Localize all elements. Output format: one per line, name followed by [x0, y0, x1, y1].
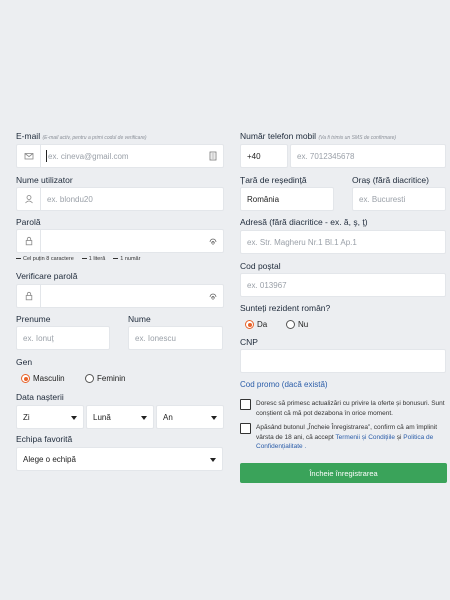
password-field[interactable] — [16, 229, 224, 253]
first-name-label: Prenume — [16, 314, 51, 324]
birth-month-select[interactable]: Lună — [86, 405, 154, 429]
radio-unchecked-icon[interactable] — [286, 320, 295, 330]
gender-option-label: Feminin — [97, 374, 126, 384]
updates-checkbox[interactable] — [240, 399, 251, 410]
terms-consent-text: Apăsând butonul „Încheie Înregistrarea”,… — [256, 423, 448, 452]
updates-consent-text: Doresc să primesc actualizări cu privire… — [256, 400, 445, 417]
requirement-number: 1 număr — [113, 256, 140, 262]
last-name-field[interactable]: ex. Ionescu — [128, 326, 223, 350]
gender-label: Gen — [16, 357, 33, 367]
gender-option-feminin[interactable]: Feminin — [85, 370, 125, 388]
email-label: E-mail (E-mail activ, pentru a primi cod… — [16, 131, 147, 141]
terms-checkbox[interactable] — [240, 423, 251, 434]
email-hint: (E-mail activ, pentru a primi codul de v… — [42, 135, 147, 141]
resident-option-label: Nu — [298, 320, 309, 330]
radio-unchecked-icon[interactable] — [85, 374, 94, 384]
radio-checked-icon[interactable] — [245, 320, 254, 330]
country-value: România — [247, 194, 280, 204]
fingerprint-icon[interactable] — [208, 236, 218, 246]
address-label: Adresă (fără diacritice - ex. ă, ş, ţ) — [240, 217, 368, 227]
contact-card-icon[interactable] — [208, 151, 218, 161]
chevron-down-icon — [71, 416, 77, 420]
gender-option-label: Masculin — [33, 374, 65, 384]
address-field[interactable]: ex. Str. Magheru Nr.1 Bl.1 Ap.1 — [240, 230, 446, 254]
first-name-placeholder: ex. Ionuț — [23, 333, 54, 343]
envelope-icon — [17, 145, 41, 167]
country-field[interactable]: România — [240, 187, 334, 211]
favorite-team-select[interactable]: Alege o echipă — [16, 447, 223, 471]
birth-year-select[interactable]: An — [156, 405, 224, 429]
city-label: Oraș (fără diacritice) — [352, 175, 429, 185]
terms-link[interactable]: Termenii și Condițiile — [335, 434, 395, 441]
last-name-placeholder: ex. Ionescu — [135, 333, 176, 343]
favorite-team-label: Echipa favorită — [16, 434, 73, 444]
address-placeholder: ex. Str. Magheru Nr.1 Bl.1 Ap.1 — [247, 237, 357, 247]
city-field[interactable]: ex. Bucuresti — [352, 187, 446, 211]
first-name-field[interactable]: ex. Ionuț — [16, 326, 110, 350]
resident-option-da[interactable]: Da — [245, 316, 267, 334]
requirement-letter: 1 literă — [82, 256, 106, 262]
birth-day-value: Zi — [23, 412, 30, 422]
email-field[interactable]: ex. cineva@gmail.com — [16, 144, 224, 168]
username-field[interactable]: ex. blondu20 — [16, 187, 224, 211]
fingerprint-icon[interactable] — [208, 291, 218, 301]
promo-code-link[interactable]: Cod promo (dacă există) — [240, 380, 328, 389]
birth-day-select[interactable]: Zi — [16, 405, 84, 429]
username-label: Nume utilizator — [16, 175, 73, 185]
favorite-team-value: Alege o echipă — [23, 454, 76, 464]
city-placeholder: ex. Bucuresti — [359, 194, 406, 204]
password-confirm-label: Verificare parolă — [16, 271, 78, 281]
chevron-down-icon — [141, 416, 147, 420]
resident-option-nu[interactable]: Nu — [286, 316, 308, 334]
postal-code-field[interactable]: ex. 013967 — [240, 273, 446, 297]
phone-number-field[interactable]: ex. 7012345678 — [290, 144, 446, 168]
resident-option-label: Da — [257, 320, 268, 330]
password-label: Parolă — [16, 217, 41, 227]
phone-prefix-field[interactable]: +40 — [240, 144, 288, 168]
cnp-field[interactable] — [240, 349, 446, 373]
username-placeholder: ex. blondu20 — [47, 194, 93, 204]
email-placeholder: ex. cineva@gmail.com — [48, 151, 129, 161]
requirement-length: Cel puțin 8 caractere — [16, 256, 74, 262]
birth-date-label: Data nașterii — [16, 392, 64, 402]
phone-hint: (Va fi trimis un SMS de confirmare) — [318, 135, 397, 141]
phone-label: Număr telefon mobil (Va fi trimis un SMS… — [240, 131, 397, 141]
birth-year-value: An — [163, 412, 173, 422]
cnp-label: CNP — [240, 337, 258, 347]
user-icon — [17, 188, 41, 210]
lock-icon — [17, 230, 41, 252]
postal-code-placeholder: ex. 013967 — [247, 280, 287, 290]
password-confirm-field[interactable] — [16, 284, 224, 308]
chevron-down-icon — [210, 458, 216, 462]
gender-option-masculin[interactable]: Masculin — [21, 370, 65, 388]
phone-prefix-value: +40 — [247, 151, 261, 161]
resident-label: Sunteți rezident român? — [240, 303, 331, 313]
country-label: Țară de reședință — [240, 175, 307, 185]
last-name-label: Nume — [128, 314, 151, 324]
terms-end: . — [302, 443, 307, 450]
password-requirements: Cel puțin 8 caractere 1 literă 1 număr — [16, 256, 140, 262]
lock-icon — [17, 285, 41, 307]
phone-number-placeholder: ex. 7012345678 — [297, 151, 355, 161]
birth-month-value: Lună — [93, 412, 111, 422]
postal-code-label: Cod poștal — [240, 261, 281, 271]
chevron-down-icon — [211, 416, 217, 420]
submit-registration-button[interactable]: Încheie înregistrarea — [240, 463, 447, 483]
radio-checked-icon[interactable] — [21, 374, 30, 384]
